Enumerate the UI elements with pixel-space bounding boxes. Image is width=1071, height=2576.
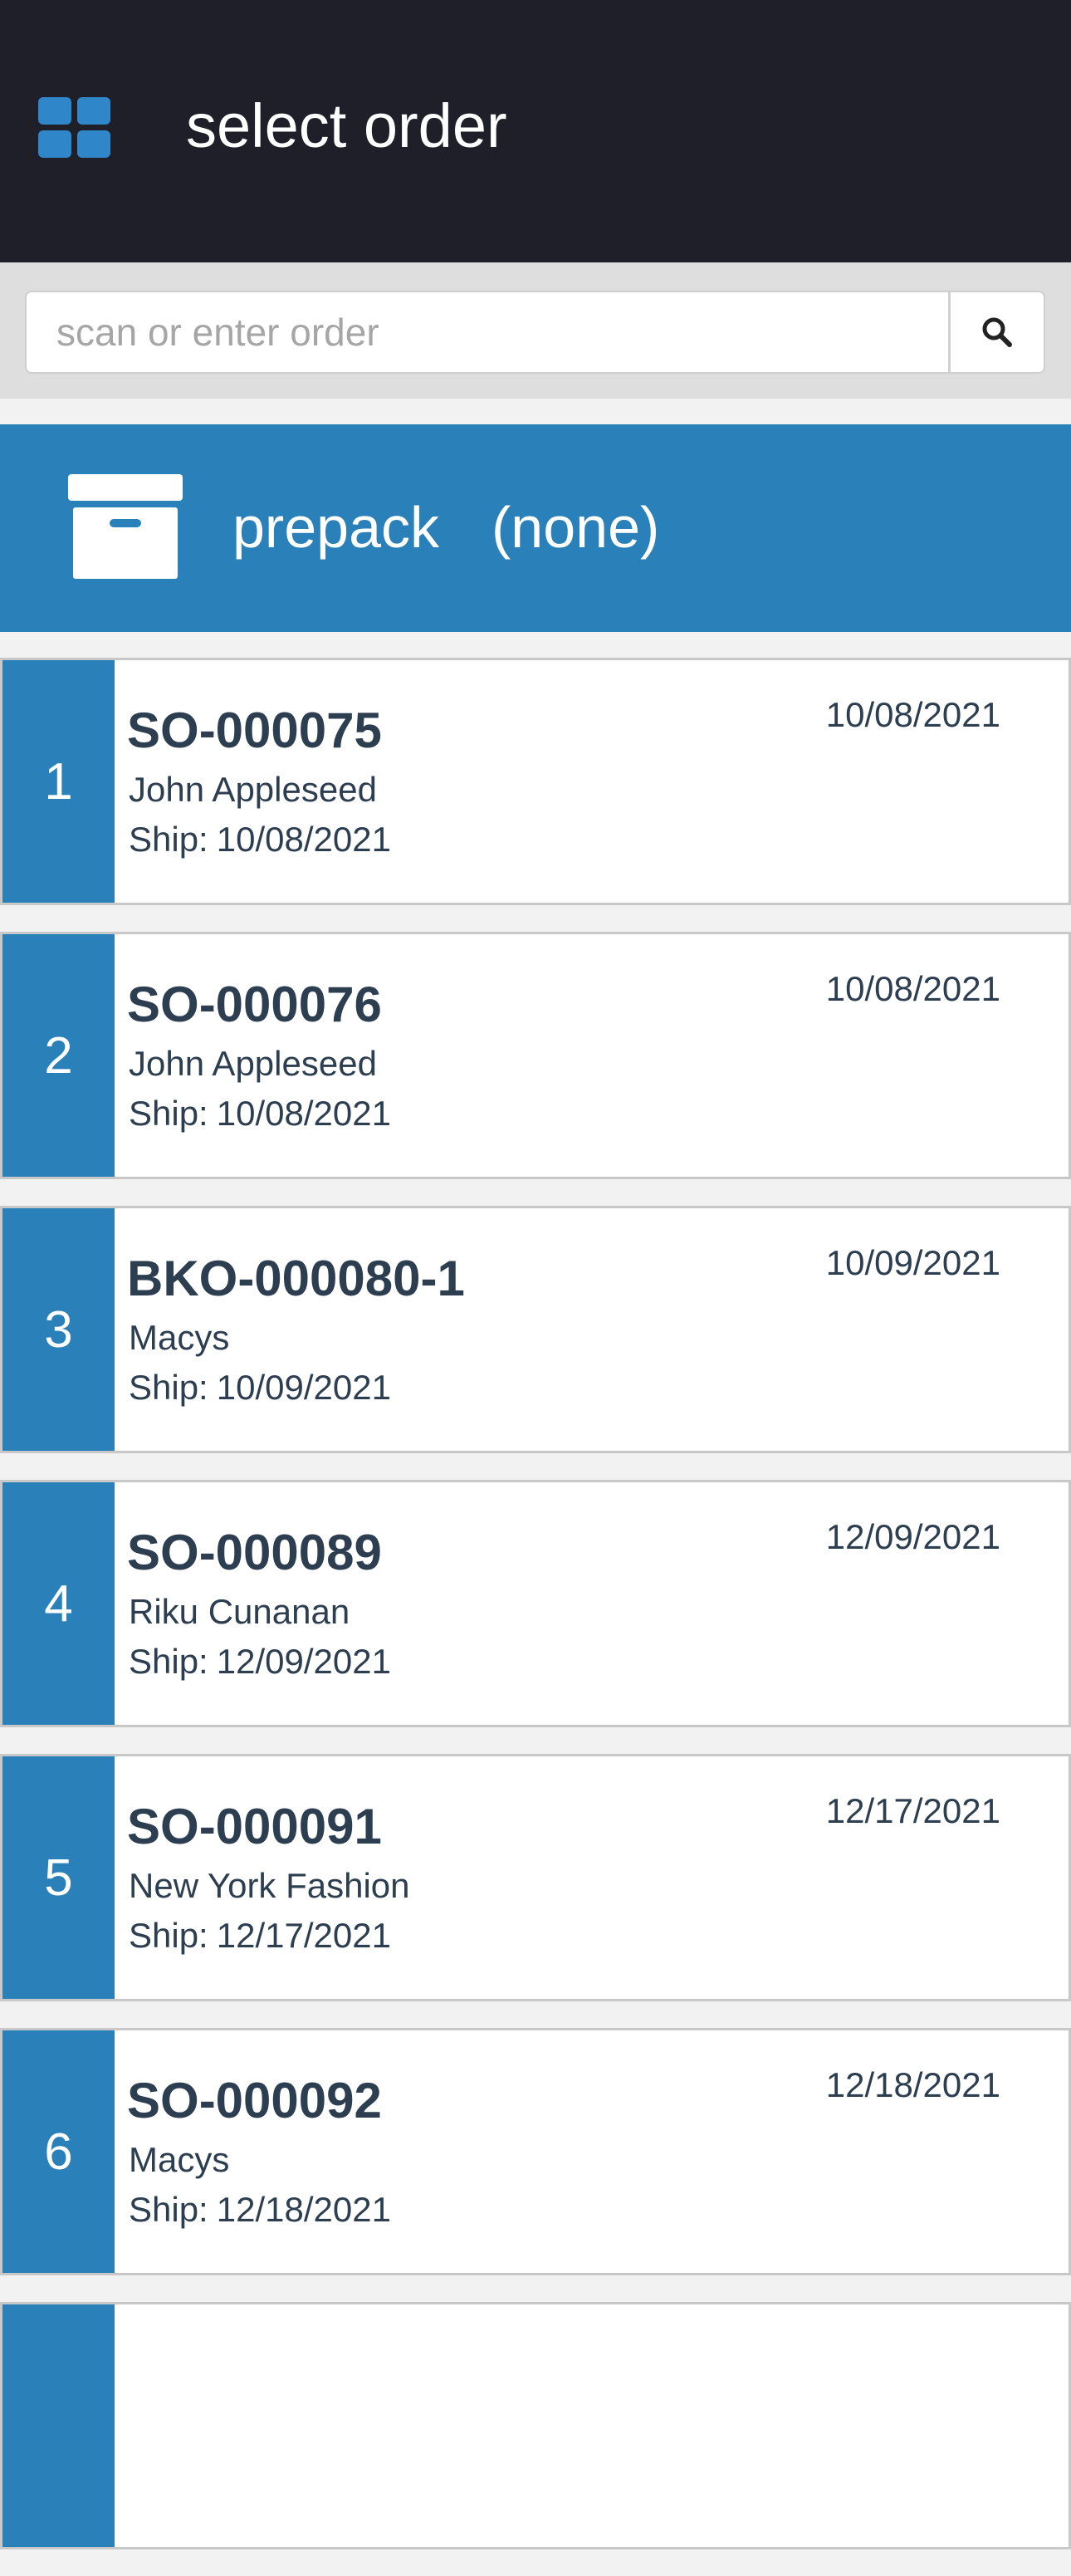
order-index xyxy=(2,2304,115,2547)
grid-icon[interactable] xyxy=(38,97,110,158)
search-button[interactable] xyxy=(949,291,1045,374)
ship-label: Ship: xyxy=(129,1916,208,1955)
order-card[interactable]: 2 SO-000076 John Appleseed Ship: 10/08/20… xyxy=(0,932,1071,1179)
ship-label: Ship: xyxy=(129,820,208,859)
order-ship-date: Ship: 10/08/2021 xyxy=(129,818,391,861)
prepack-label: prepack xyxy=(232,495,440,560)
order-date: 10/08/2021 xyxy=(825,695,1000,734)
ship-label: Ship: xyxy=(129,1094,208,1133)
order-index: 4 xyxy=(2,1482,115,1725)
ship-date-value: 12/18/2021 xyxy=(216,2190,391,2229)
order-card[interactable]: 1 SO-000075 John Appleseed Ship: 10/08/20… xyxy=(0,658,1071,905)
ship-date-value: 12/17/2021 xyxy=(216,1916,391,1955)
ship-label: Ship: xyxy=(129,1368,208,1407)
order-ship-date: Ship: 12/17/2021 xyxy=(129,1914,391,1957)
ship-date-value: 10/09/2021 xyxy=(216,1368,391,1407)
order-number: BKO-000080-1 xyxy=(127,1251,465,1306)
ship-date-value: 12/09/2021 xyxy=(216,1642,391,1681)
order-date: 12/09/2021 xyxy=(825,1517,1000,1556)
order-date: 12/17/2021 xyxy=(825,1791,1000,1830)
order-index: 2 xyxy=(2,934,115,1177)
prepack-value: (none) xyxy=(491,495,660,560)
order-card[interactable]: 3 BKO-000080-1 Macys Ship: 10/09/2021 10/… xyxy=(0,1206,1071,1453)
ship-date-value: 10/08/2021 xyxy=(216,1094,391,1133)
order-index: 6 xyxy=(2,2030,115,2273)
order-index: 5 xyxy=(2,1756,115,1999)
order-card[interactable]: 4 SO-000089 Riku Cunanan Ship: 12/09/2021… xyxy=(0,1480,1071,1727)
ship-label: Ship: xyxy=(129,2190,208,2229)
order-ship-date: Ship: 12/09/2021 xyxy=(129,1640,391,1683)
order-customer: Macys xyxy=(129,2140,230,2179)
order-ship-date: Ship: 10/09/2021 xyxy=(129,1366,391,1409)
order-list: 1 SO-000075 John Appleseed Ship: 10/08/20… xyxy=(0,658,1071,2576)
order-ship-date: Ship: 10/08/2021 xyxy=(129,1092,391,1135)
order-number: SO-000092 xyxy=(127,2073,382,2128)
order-date: 10/09/2021 xyxy=(825,1243,1000,1282)
ship-date-value: 10/08/2021 xyxy=(216,820,391,859)
order-ship-date: Ship: 12/18/2021 xyxy=(129,2188,391,2231)
order-customer: Macys xyxy=(129,1318,230,1357)
order-customer: New York Fashion xyxy=(129,1866,410,1905)
order-card[interactable] xyxy=(0,2302,1071,2549)
order-customer: John Appleseed xyxy=(129,770,377,809)
page-title: select order xyxy=(186,91,507,160)
order-customer: John Appleseed xyxy=(129,1044,377,1083)
search-input[interactable] xyxy=(25,291,950,374)
order-card[interactable]: 6 SO-000092 Macys Ship: 12/18/2021 12/18/… xyxy=(0,2028,1071,2275)
ship-label: Ship: xyxy=(129,1642,208,1681)
app-header: select order xyxy=(0,0,1071,262)
order-index: 1 xyxy=(2,660,115,903)
archive-box-icon xyxy=(68,474,183,579)
order-number: SO-000076 xyxy=(127,977,382,1032)
search-icon xyxy=(982,317,1012,347)
order-number: SO-000075 xyxy=(127,703,382,758)
order-customer: Riku Cunanan xyxy=(129,1592,350,1631)
order-card[interactable]: 5 SO-000091 New York Fashion Ship: 12/17/… xyxy=(0,1754,1071,2001)
search-bar xyxy=(0,262,1071,399)
prepack-selector[interactable]: prepack (none) xyxy=(0,424,1071,632)
order-number: SO-000091 xyxy=(127,1799,382,1854)
order-index: 3 xyxy=(2,1208,115,1451)
order-date: 12/18/2021 xyxy=(825,2065,1000,2104)
order-number: SO-000089 xyxy=(127,1525,382,1580)
order-date: 10/08/2021 xyxy=(825,969,1000,1008)
